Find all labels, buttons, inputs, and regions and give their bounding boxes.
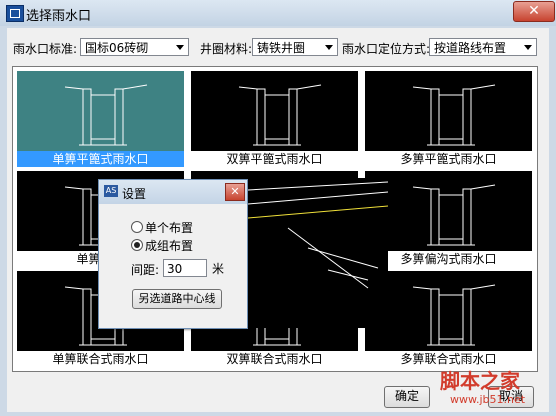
standard-select[interactable]: 国标06砖砌 [80, 38, 189, 56]
cad-preview [248, 178, 388, 328]
inlet-option[interactable]: 多箅联合式雨水口 [365, 271, 532, 367]
inlet-option-label: 多箅偏沟式雨水口 [365, 251, 532, 267]
position-select-value: 按道路线布置 [434, 41, 507, 55]
inlet-drawing-icon [412, 284, 496, 346]
close-button[interactable]: ✕ [513, 1, 555, 22]
material-select-value: 铸铁井圈 [257, 41, 306, 55]
inlet-option-label: 多箅平篦式雨水口 [365, 151, 532, 167]
inlet-drawing-icon [64, 84, 148, 146]
inlet-option-label: 双箅平篦式雨水口 [191, 151, 358, 167]
window-title: 选择雨水口 [26, 9, 92, 24]
radio-single-label[interactable]: 单个布置 [145, 219, 193, 236]
standard-label: 雨水口标准: [13, 42, 78, 56]
watermark-url: www.jb51.net [450, 393, 526, 406]
autocad-icon: AS [104, 185, 118, 197]
inlet-option[interactable]: 多箅偏沟式雨水口 [365, 171, 532, 267]
inlet-drawing-icon [238, 84, 322, 146]
inlet-option[interactable]: 单箅平篦式雨水口 [17, 71, 184, 167]
inlet-drawing-icon [412, 184, 496, 246]
inlet-option[interactable]: 双箅平篦式雨水口 [191, 71, 358, 167]
material-label: 井圈材料: [200, 42, 253, 56]
inlet-option-label: 双箅联合式雨水口 [191, 351, 358, 367]
radio-group-label[interactable]: 成组布置 [145, 237, 193, 254]
chevron-down-icon [524, 45, 532, 50]
radio-single[interactable] [131, 221, 143, 233]
app-icon [6, 5, 24, 22]
inlet-option-label: 单箅平篦式雨水口 [17, 151, 184, 167]
watermark-logo: 脚本之家 [440, 369, 520, 393]
settings-dialog: AS 设置 ✕ 单个布置 成组布置 间距: 30 米 另选道路中心线 [98, 179, 248, 329]
title-bar[interactable]: 选择雨水口 ✕ [0, 0, 556, 26]
chevron-down-icon [325, 45, 333, 50]
dialog-window: 选择雨水口 ✕ 雨水口标准: 国标06砖砌 井圈材料: 铸铁井圈 雨水口定位方式… [0, 0, 556, 416]
radio-group[interactable] [131, 239, 143, 251]
settings-title-bar[interactable]: AS 设置 ✕ [99, 180, 247, 204]
material-select[interactable]: 铸铁井圈 [252, 38, 338, 56]
position-select[interactable]: 按道路线布置 [429, 38, 537, 56]
inlet-option[interactable]: 多箅平篦式雨水口 [365, 71, 532, 167]
settings-close-button[interactable]: ✕ [225, 183, 245, 201]
standard-select-value: 国标06砖砌 [85, 41, 149, 55]
ok-button[interactable]: 确定 [384, 386, 430, 408]
spacing-unit: 米 [212, 262, 225, 276]
spacing-input[interactable]: 30 [163, 259, 207, 277]
inlet-drawing-icon [412, 84, 496, 146]
spacing-label: 间距: [131, 263, 160, 277]
position-label: 雨水口定位方式: [342, 42, 431, 56]
inlet-option-label: 单箅联合式雨水口 [17, 351, 184, 367]
select-centerline-button[interactable]: 另选道路中心线 [132, 289, 222, 309]
settings-title: 设置 [122, 187, 147, 201]
chevron-down-icon [176, 45, 184, 50]
